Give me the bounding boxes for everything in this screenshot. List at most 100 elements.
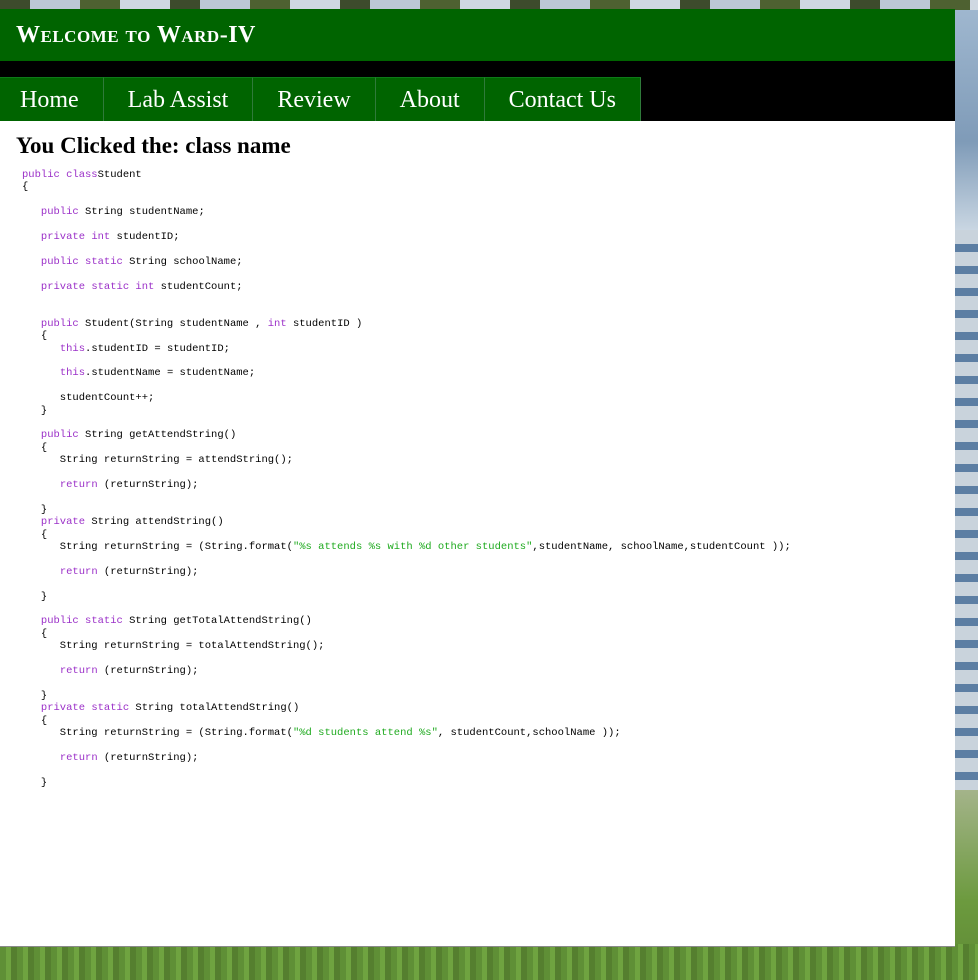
code-listing: public classStudent { public String stude… [22, 169, 791, 789]
code-line: } [22, 405, 791, 417]
code-line: public static String getTotalAttendStrin… [22, 615, 791, 627]
code-text: } [22, 503, 48, 516]
code-text: String returnString = attendString(); [22, 454, 293, 467]
code-line: studentCount++; [22, 392, 791, 404]
code-text: { [22, 528, 48, 541]
code-text: ,studentName, schoolName,studentCount ))… [532, 541, 791, 554]
code-keyword: return [59, 565, 98, 578]
code-line: public Student(String studentName , int … [22, 318, 791, 330]
code-text: String returnString = totalAttendString(… [22, 640, 325, 653]
nav-item-lab-assist[interactable]: Lab Assist [103, 77, 254, 121]
code-text: } [22, 404, 48, 417]
code-text: String totalAttendString() [129, 702, 300, 715]
code-line: public String studentName; [22, 206, 791, 218]
background-sky [954, 10, 978, 230]
nav-list: Home Lab Assist Review About Contact Us [0, 77, 641, 121]
code-line: String returnString = (String.format("%d… [22, 727, 791, 739]
site-title: Welcome to Ward-IV [16, 22, 256, 48]
code-text: studentID ) [286, 317, 363, 330]
code-keyword: return [59, 479, 98, 491]
code-string: "%s attends %s with %d other students" [292, 541, 533, 554]
code-text: String studentName; [78, 206, 205, 219]
page-heading: You Clicked the: class name [16, 133, 291, 158]
code-line: { [22, 715, 791, 727]
code-line: } [22, 504, 791, 516]
code-text: String schoolName; [122, 255, 243, 268]
code-line: public classStudent [22, 169, 791, 181]
nav-item-about[interactable]: About [375, 77, 485, 121]
code-keyword: public [40, 429, 79, 442]
code-text: (returnString); [97, 479, 199, 491]
code-text: } [22, 590, 48, 603]
code-line: public static String schoolName; [22, 256, 791, 268]
code-line: } [22, 591, 791, 603]
code-text: (returnString); [97, 751, 199, 764]
code-text: String returnString = (String.format( [22, 727, 293, 740]
code-line: return (returnString); [22, 566, 791, 578]
content-panel: You Clicked the: class name public class… [0, 121, 955, 947]
code-text: studentCount++; [22, 392, 155, 405]
code-line: String returnString = totalAttendString(… [22, 640, 791, 652]
code-line: { [22, 330, 791, 342]
code-line: String returnString = (String.format("%s… [22, 541, 791, 553]
code-text: studentCount; [154, 280, 243, 293]
code-text: String attendString() [85, 516, 224, 529]
code-line: { [22, 529, 791, 541]
code-text: String getTotalAttendString() [122, 615, 312, 628]
code-line: } [22, 690, 791, 702]
code-text: { [22, 330, 48, 343]
code-line: private String attendString() [22, 516, 791, 528]
site-header: Welcome to Ward-IV [0, 9, 955, 61]
code-keyword: return [59, 751, 98, 764]
background-grass [0, 944, 978, 980]
code-keyword: private int [40, 231, 111, 243]
code-text: studentID; [110, 231, 180, 243]
code-line: String returnString = attendString(); [22, 454, 791, 466]
code-text: .studentID = studentID; [85, 342, 230, 355]
code-keyword: this [59, 367, 86, 380]
code-string: "%d students attend %s" [292, 727, 438, 740]
nav-item-review[interactable]: Review [253, 77, 376, 121]
code-text: } [22, 689, 48, 702]
code-keyword: this [59, 342, 86, 355]
code-keyword: int [267, 317, 287, 330]
code-text: Student [97, 169, 142, 181]
code-keyword: return [59, 665, 98, 678]
code-keyword: private static [40, 702, 130, 715]
nav-item-contact-us[interactable]: Contact Us [484, 77, 641, 121]
code-text: { [22, 441, 48, 454]
nav-item-home[interactable]: Home [0, 77, 104, 121]
code-text: .studentName = studentName; [85, 367, 256, 380]
code-text: Student(String studentName , [78, 317, 268, 330]
code-text: } [22, 776, 48, 789]
code-line: return (returnString); [22, 665, 791, 677]
code-text: { [22, 714, 48, 727]
